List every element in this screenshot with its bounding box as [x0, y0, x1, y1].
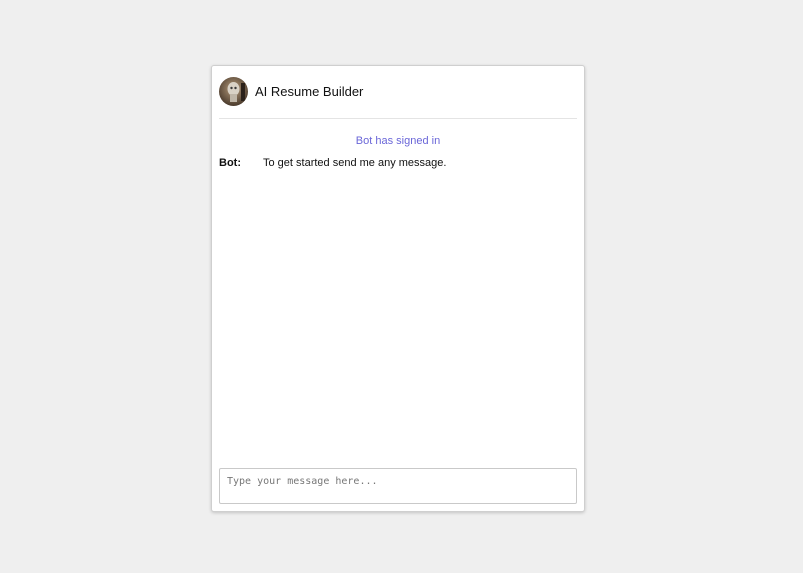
message-row: Bot: To get started send me any message.	[219, 157, 577, 169]
message-input[interactable]	[219, 468, 577, 504]
message-text: To get started send me any message.	[263, 157, 447, 169]
chat-title: AI Resume Builder	[255, 84, 364, 99]
chat-window: AI Resume Builder Bot has signed in Bot:…	[211, 65, 585, 512]
chat-header: AI Resume Builder	[219, 76, 577, 119]
message-input-area	[219, 468, 577, 504]
robot-avatar-icon	[219, 77, 248, 106]
message-list: Bot has signed in Bot: To get started se…	[219, 128, 577, 451]
message-sender: Bot:	[219, 157, 241, 169]
system-notice: Bot has signed in	[355, 135, 441, 147]
